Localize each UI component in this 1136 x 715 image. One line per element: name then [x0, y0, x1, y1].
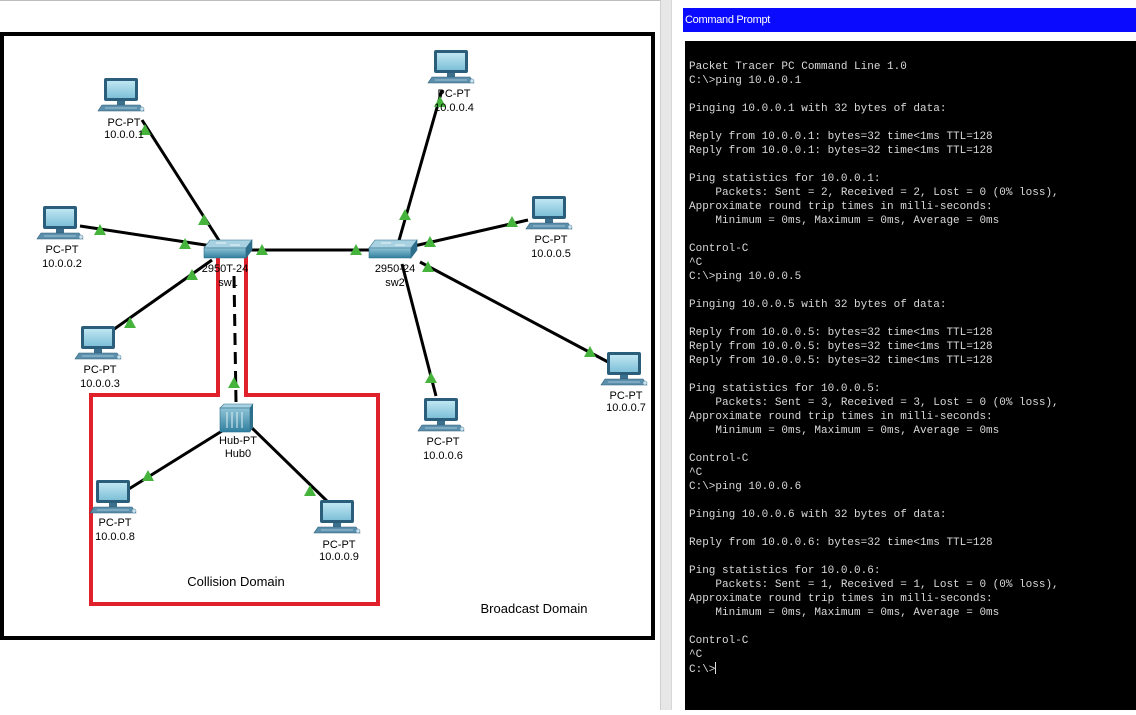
pc-icon — [74, 325, 122, 360]
title-spacer — [683, 32, 1136, 41]
pc-icon — [97, 77, 145, 112]
console-output[interactable]: Packet Tracer PC Command Line 1.0 C:\>pi… — [689, 60, 1136, 677]
pc-node-2[interactable]: PC-PT 10.0.0.2 — [36, 205, 84, 270]
command-prompt-title-bar[interactable]: Command Prompt — [683, 8, 1136, 32]
console-text: Packet Tracer PC Command Line 1.0 C:\>pi… — [689, 61, 1059, 676]
pc-node-4[interactable]: PC-PT 10.0.0.4 — [427, 49, 475, 114]
hub-icon — [219, 403, 254, 433]
pc-model-label: PC-PT — [427, 436, 460, 448]
topology-workspace[interactable]: PC-PT 10.0.0.1 PC-PT 10.0.0.2 PC-PT 10.0… — [0, 0, 660, 710]
pc-ip-label: 10.0.0.9 — [319, 551, 359, 563]
workspace-top-border — [0, 0, 660, 1]
broadcast-domain-label: Broadcast Domain — [481, 601, 588, 616]
link-pc7-sw2 — [419, 260, 609, 364]
switch-model-label: 2950T-24 — [202, 263, 248, 275]
switch-node-sw2[interactable]: 2950-24 sw2 — [368, 239, 418, 289]
pc-model-label: PC-PT — [46, 244, 79, 256]
switch-icon — [203, 239, 253, 259]
pc-ip-label: 10.0.0.4 — [434, 102, 474, 114]
pc-model-label: PC-PT — [535, 234, 568, 246]
topology-diagram[interactable]: PC-PT 10.0.0.1 PC-PT 10.0.0.2 PC-PT 10.0… — [0, 0, 660, 710]
pc-ip-label: 10.0.0.7 — [606, 402, 646, 414]
pc-node-6[interactable]: PC-PT 10.0.0.6 — [417, 397, 465, 462]
pc-node-7[interactable]: PC-PT 10.0.0.7 — [600, 351, 648, 414]
pc-model-label: PC-PT — [610, 390, 643, 402]
pc-model-label: PC-PT — [108, 117, 141, 129]
command-prompt-console[interactable]: Packet Tracer PC Command Line 1.0 C:\>pi… — [683, 41, 1136, 710]
collision-domain-label: Collision Domain — [187, 574, 285, 589]
pc-node-1[interactable]: PC-PT 10.0.0.1 — [97, 77, 145, 141]
pc-model-label: PC-PT — [438, 88, 471, 100]
pc-ip-label: 10.0.0.8 — [95, 531, 135, 543]
pc-node-9[interactable]: PC-PT 10.0.0.9 — [313, 499, 361, 563]
hub-node[interactable]: Hub-PT Hub0 — [219, 403, 257, 460]
pc-icon — [313, 499, 361, 534]
pc-node-5[interactable]: PC-PT 10.0.0.5 — [525, 195, 573, 260]
link-pc8-hub — [123, 424, 231, 494]
pc-ip-label: 10.0.0.2 — [42, 258, 82, 270]
pc-icon — [417, 397, 465, 432]
hub-model-label: Hub-PT — [219, 435, 257, 447]
pc-icon — [525, 195, 573, 230]
pc-ip-label: 10.0.0.6 — [423, 450, 463, 462]
link-pc3-sw1 — [109, 258, 213, 334]
pc-ip-label: 10.0.0.3 — [80, 378, 120, 390]
text-cursor — [715, 662, 717, 674]
switch-name-label: sw2 — [385, 277, 405, 289]
pc-ip-label: 10.0.0.5 — [531, 248, 571, 260]
hub-name-label: Hub0 — [225, 448, 251, 460]
pc-node-8[interactable]: PC-PT 10.0.0.8 — [89, 479, 137, 543]
pc-model-label: PC-PT — [99, 517, 132, 529]
pc-icon — [36, 205, 84, 240]
pc-ip-label: 10.0.0.1 — [104, 129, 144, 141]
command-prompt-window[interactable]: Command Prompt Packet Tracer PC Command … — [683, 8, 1136, 710]
switch-name-label: sw1 — [218, 277, 238, 289]
pc-node-3[interactable]: PC-PT 10.0.0.3 — [74, 325, 122, 390]
link-status-indicators — [94, 96, 596, 496]
pc-icon — [89, 479, 137, 514]
link-pc9-hub — [250, 426, 332, 506]
pc-model-label: PC-PT — [84, 364, 117, 376]
switch-icon — [368, 239, 418, 259]
switch-model-label: 2950-24 — [375, 263, 415, 275]
pc-icon — [600, 351, 648, 386]
network-links — [79, 89, 609, 506]
pc-icon — [427, 49, 475, 84]
pc-model-label: PC-PT — [323, 539, 356, 551]
panel-splitter[interactable] — [660, 0, 672, 710]
